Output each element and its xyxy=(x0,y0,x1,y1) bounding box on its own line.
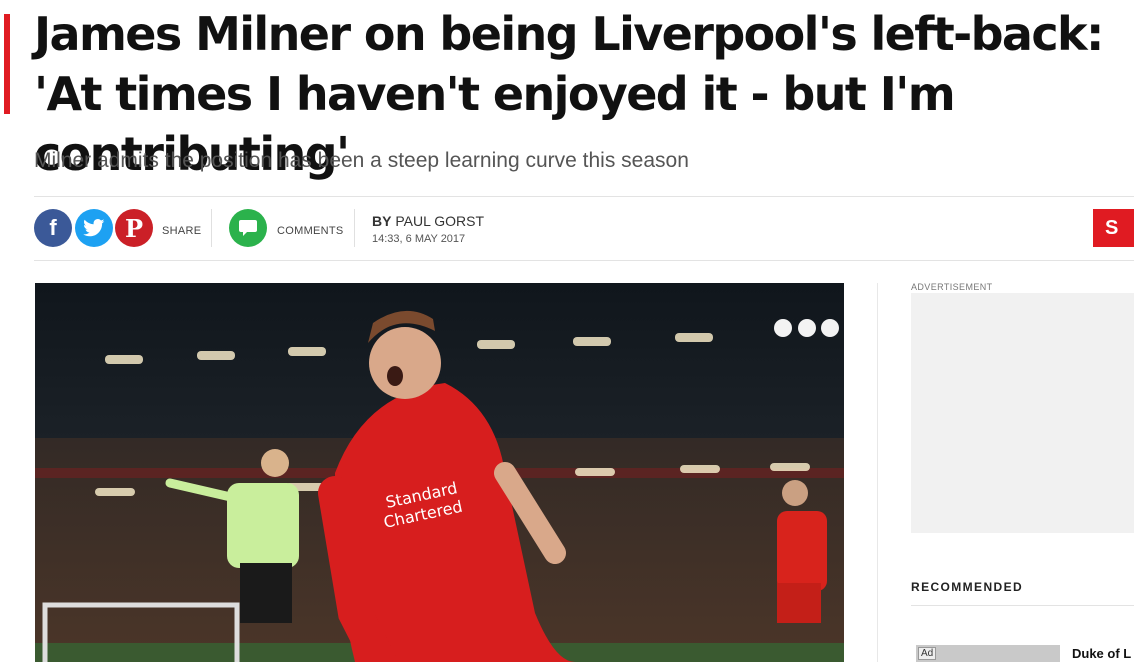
column-divider xyxy=(877,283,878,662)
byline-prefix: BY xyxy=(372,213,392,229)
hero-image: Standard Chartered xyxy=(35,283,844,662)
advertisement-slot[interactable] xyxy=(911,293,1134,533)
pinterest-share-button[interactable]: P xyxy=(115,209,153,247)
advertisement-label: ADVERTISEMENT xyxy=(911,282,993,292)
comments-label[interactable]: COMMENTS xyxy=(277,225,344,237)
byline: BY PAUL GORST xyxy=(372,213,484,229)
hero-photo-illustration: Standard Chartered xyxy=(35,283,844,662)
share-label[interactable]: SHARE xyxy=(162,225,201,237)
subscribe-button[interactable]: S xyxy=(1093,209,1134,247)
publish-timestamp: 14:33, 6 MAY 2017 xyxy=(372,233,466,245)
share-bar: f P SHARE COMMENTS BY PAUL GORST 14:33, … xyxy=(34,197,1134,259)
byline-separator xyxy=(354,209,355,247)
headline-accent-bar xyxy=(4,14,10,114)
share-separator xyxy=(211,209,212,247)
article-standfirst: Milner admits the position has been a st… xyxy=(34,149,689,172)
twitter-icon xyxy=(83,219,105,237)
recommended-item-title[interactable]: Duke of L xyxy=(1072,646,1131,661)
recommended-thumbnail[interactable]: Ad xyxy=(916,645,1060,662)
author-link[interactable]: PAUL GORST xyxy=(395,213,484,229)
ad-tag: Ad xyxy=(918,647,937,660)
comment-bubble-icon xyxy=(239,220,257,236)
facebook-icon: f xyxy=(49,215,57,240)
pinterest-icon: P xyxy=(124,213,144,243)
recommended-divider xyxy=(911,605,1134,606)
twitter-share-button[interactable] xyxy=(75,209,113,247)
comments-button[interactable] xyxy=(229,209,267,247)
divider-bottom xyxy=(34,260,1134,261)
recommended-heading: RECOMMENDED xyxy=(911,580,1024,594)
facebook-share-button[interactable]: f xyxy=(34,209,72,247)
